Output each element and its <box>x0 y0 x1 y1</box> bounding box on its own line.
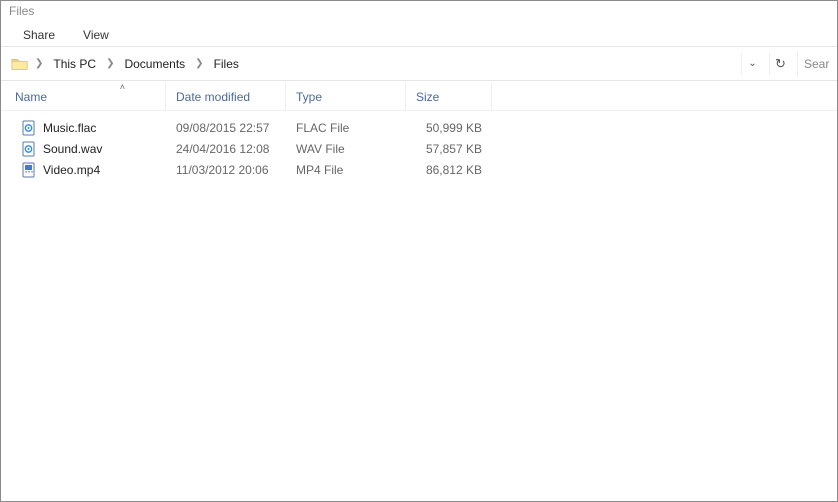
file-icon <box>21 120 37 136</box>
file-date: 24/04/2016 12:08 <box>176 142 269 156</box>
file-size: 86,812 KB <box>426 163 482 177</box>
breadcrumb-item[interactable]: Files <box>210 55 243 73</box>
column-header-date[interactable]: Date modified <box>166 83 286 110</box>
column-header-type[interactable]: Type <box>286 83 406 110</box>
column-header-name[interactable]: Name ˄ <box>1 83 166 110</box>
breadcrumb-item[interactable]: Documents <box>120 55 189 73</box>
window-title: Files <box>1 1 837 23</box>
column-label: Name <box>15 90 47 104</box>
table-row[interactable]: Music.flac 09/08/2015 22:57 FLAC File 50,99… <box>1 117 837 138</box>
address-dropdown-button[interactable]: ⌄ <box>741 53 763 75</box>
column-label: Date modified <box>176 90 250 104</box>
file-rows: Music.flac 09/08/2015 22:57 FLAC File 50,99… <box>1 111 837 180</box>
file-name: Sound.wav <box>43 142 102 156</box>
chevron-right-icon[interactable]: ❯ <box>31 58 47 69</box>
file-type: WAV File <box>296 142 345 156</box>
sort-indicator-icon: ˄ <box>120 82 125 92</box>
folder-icon <box>11 56 29 72</box>
column-label: Type <box>296 90 322 104</box>
column-label: Size <box>416 90 439 104</box>
menu-share[interactable]: Share <box>23 28 55 42</box>
file-list-area: Name ˄ Date modified Type Size Music.fla… <box>1 81 837 501</box>
file-size: 50,999 KB <box>426 121 482 135</box>
table-row[interactable]: Sound.wav 24/04/2016 12:08 WAV File 57,857 … <box>1 138 837 159</box>
file-icon <box>21 141 37 157</box>
table-row[interactable]: Video.mp4 11/03/2012 20:06 MP4 File 86,812 … <box>1 159 837 180</box>
column-header-size[interactable]: Size <box>406 83 492 110</box>
breadcrumb-item[interactable]: This PC <box>49 55 100 73</box>
menu-view[interactable]: View <box>83 28 109 42</box>
file-date: 11/03/2012 20:06 <box>176 163 269 177</box>
chevron-right-icon[interactable]: ❯ <box>191 58 207 69</box>
file-date: 09/08/2015 22:57 <box>176 121 269 135</box>
file-name: Video.mp4 <box>43 163 100 177</box>
menubar: Share View <box>1 23 837 47</box>
explorer-window: Files Share View ❯ This PC ❯ Documents ❯… <box>0 0 838 502</box>
file-icon <box>21 162 37 178</box>
file-name: Music.flac <box>43 121 96 135</box>
file-type: MP4 File <box>296 163 343 177</box>
refresh-button[interactable]: ↻ <box>769 53 791 75</box>
column-headers: Name ˄ Date modified Type Size <box>1 83 837 111</box>
search-input[interactable]: Sear <box>797 52 831 76</box>
search-placeholder: Sear <box>804 57 829 71</box>
chevron-down-icon: ⌄ <box>748 58 756 69</box>
address-bar[interactable]: ❯ This PC ❯ Documents ❯ Files <box>7 52 735 76</box>
chevron-right-icon[interactable]: ❯ <box>102 58 118 69</box>
file-type: FLAC File <box>296 121 349 135</box>
file-size: 57,857 KB <box>426 142 482 156</box>
refresh-icon: ↻ <box>775 56 786 72</box>
address-row: ❯ This PC ❯ Documents ❯ Files ⌄ ↻ Sear <box>1 47 837 81</box>
